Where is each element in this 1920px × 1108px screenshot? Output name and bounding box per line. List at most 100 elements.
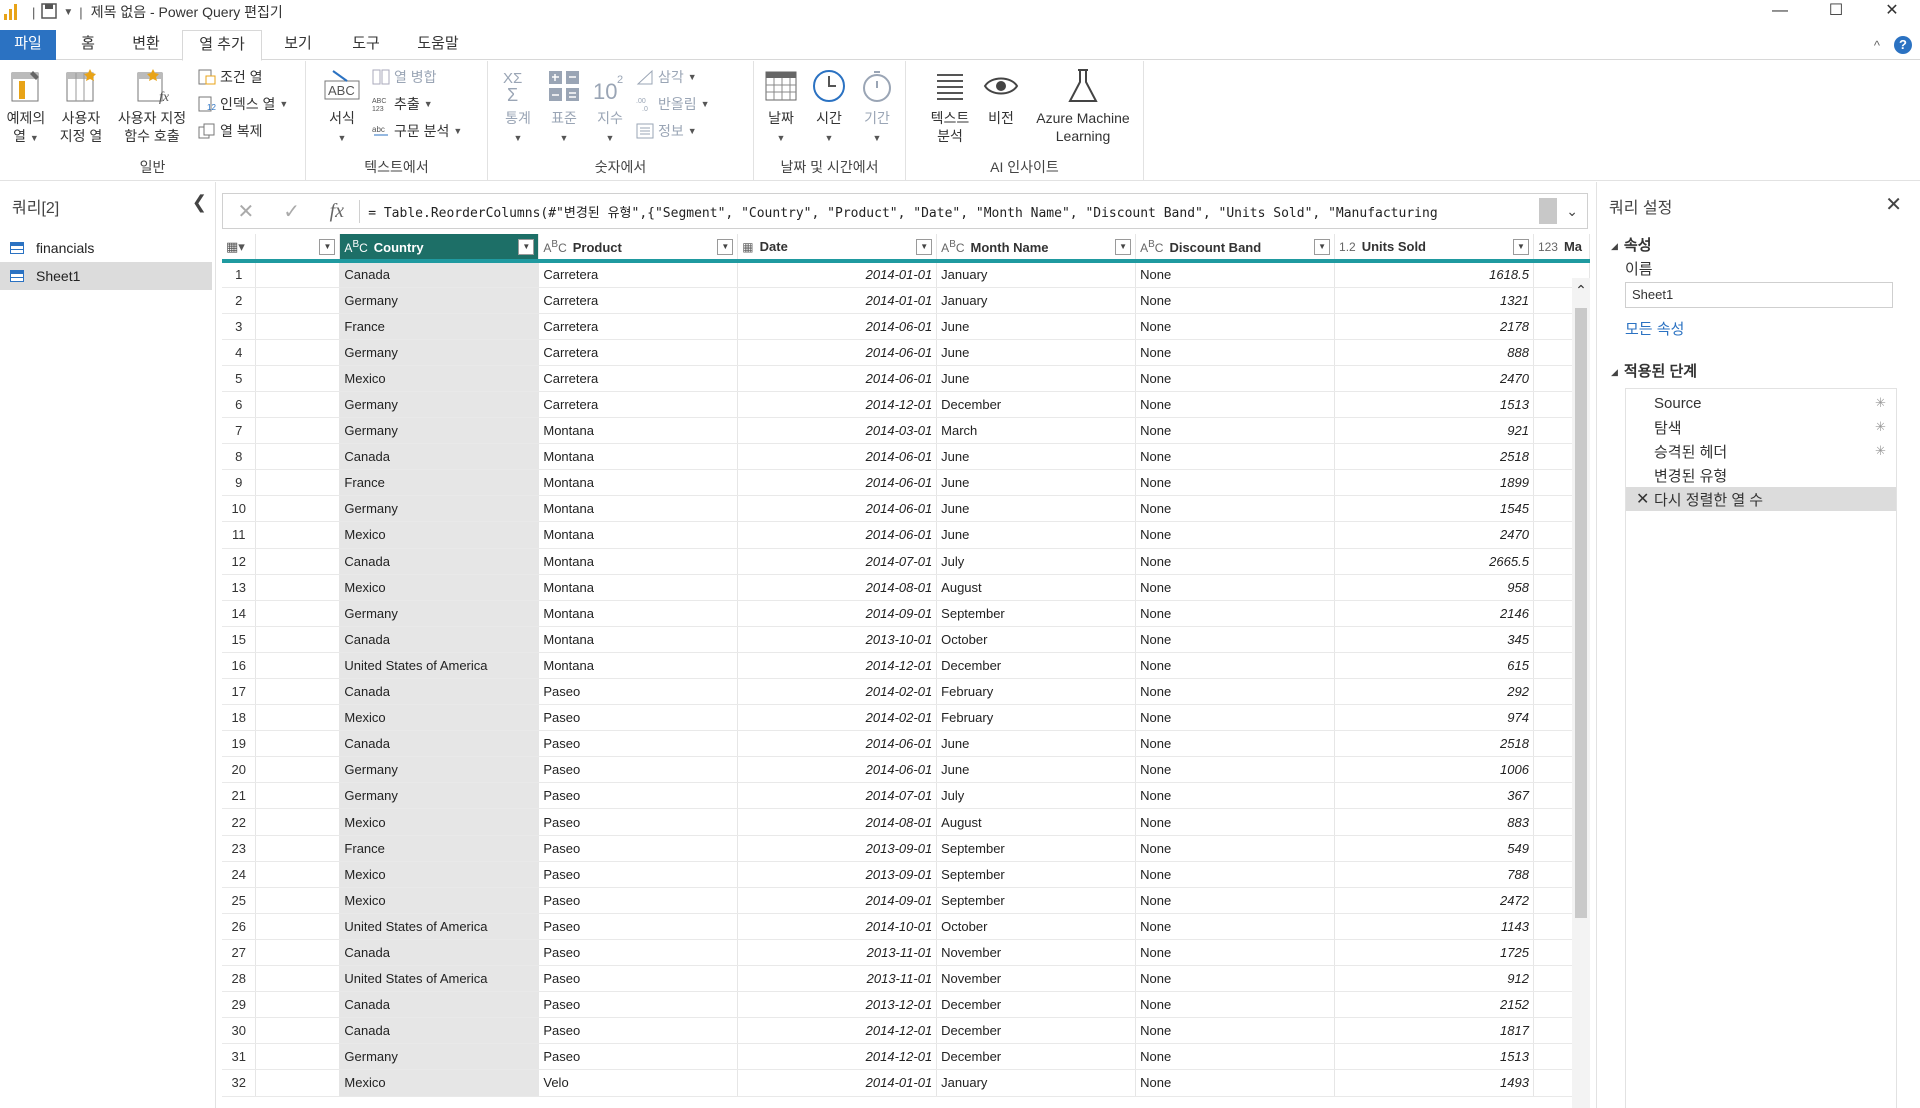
text-type-icon[interactable]: ABC	[344, 239, 367, 255]
cell-month-name[interactable]: December	[936, 652, 1137, 680]
close-button[interactable]: ✕	[1864, 0, 1920, 24]
cell-units-sold[interactable]: 1493	[1334, 1069, 1534, 1097]
minimize-button[interactable]: —	[1752, 0, 1808, 24]
cell-date[interactable]: 2014-02-01	[737, 678, 938, 706]
cell-date[interactable]: 2014-09-01	[737, 887, 938, 914]
cell-country[interactable]: Germany	[339, 756, 540, 784]
cell-month-name[interactable]: June	[936, 365, 1137, 392]
tab-help[interactable]: 도움말	[408, 30, 468, 60]
query-item-sheet1[interactable]: Sheet1	[0, 262, 212, 290]
cell-date[interactable]: 2014-06-01	[737, 730, 938, 758]
cell-country[interactable]: Germany	[339, 391, 540, 419]
cell-product[interactable]: Paseo	[538, 808, 739, 836]
cell-month-name[interactable]: June	[936, 469, 1137, 497]
table-row[interactable]: 4 Germany Carretera 2014-06-01 June None 888	[222, 339, 1590, 366]
cell-units-sold[interactable]: 974	[1334, 704, 1534, 732]
rounding-button[interactable]: .00.0 반올림 ▼	[636, 94, 710, 114]
cell-product[interactable]: Paseo	[538, 704, 739, 732]
gear-icon[interactable]: ✳	[1875, 395, 1886, 411]
cell-month-name[interactable]: August	[936, 808, 1137, 836]
table-row[interactable]: 17 Canada Paseo 2014-02-01 February None 292	[222, 678, 1590, 706]
cell-month-name[interactable]: June	[936, 756, 1137, 784]
cell-discount-band[interactable]: None	[1135, 991, 1336, 1019]
cell-country[interactable]: Mexico	[339, 574, 540, 601]
maximize-button[interactable]: ☐	[1808, 0, 1864, 24]
cell-discount-band[interactable]: None	[1135, 313, 1336, 340]
cell-country[interactable]: Canada	[339, 261, 540, 288]
duplicate-column-button[interactable]: 열 복제	[198, 121, 263, 141]
cell-product[interactable]: Paseo	[538, 887, 739, 914]
step-promoted-headers[interactable]: 승격된 헤더 ✳	[1626, 439, 1896, 463]
tab-tools[interactable]: 도구	[344, 30, 388, 60]
commit-formula-icon[interactable]: ✓	[269, 199, 315, 224]
table-row[interactable]: 15 Canada Montana 2013-10-01 October None 345	[222, 626, 1590, 653]
cell-date[interactable]: 2014-01-01	[737, 1069, 938, 1097]
cell-units-sold[interactable]: 2518	[1334, 443, 1534, 471]
cell-country[interactable]: Mexico	[339, 704, 540, 732]
column-header-country[interactable]: ABC Country ▼	[339, 234, 540, 263]
filter-dropdown-icon[interactable]: ▼	[518, 239, 535, 255]
table-row[interactable]: 6 Germany Carretera 2014-12-01 December None 1…	[222, 391, 1590, 419]
row-number[interactable]: 8	[222, 443, 257, 471]
filter-dropdown-icon[interactable]: ▼	[1314, 239, 1331, 255]
cell-month-name[interactable]: October	[936, 913, 1137, 940]
cell-discount-band[interactable]: None	[1135, 287, 1336, 314]
row-number[interactable]: 1	[222, 261, 257, 288]
cell-units-sold[interactable]: 788	[1334, 861, 1534, 888]
filter-dropdown-icon[interactable]: ▼	[319, 239, 336, 255]
invoke-custom-function-button[interactable]: fx 사용자 지정 함수 호출	[112, 67, 192, 145]
table-row[interactable]: 24 Mexico Paseo 2013-09-01 September None 788	[222, 861, 1590, 888]
cell-segment[interactable]	[255, 808, 341, 836]
cell-month-name[interactable]: January	[936, 261, 1137, 288]
cell-segment[interactable]	[255, 913, 341, 940]
conditional-column-button[interactable]: 조건 열	[198, 67, 263, 87]
cell-units-sold[interactable]: 2518	[1334, 730, 1534, 758]
scroll-up-icon[interactable]: ⌃	[1572, 282, 1590, 299]
table-menu-header[interactable]: ▦▾	[222, 234, 257, 263]
table-row[interactable]: 1 Canada Carretera 2014-01-01 January None 161…	[222, 261, 1590, 288]
cell-discount-band[interactable]: None	[1135, 1043, 1336, 1071]
row-number[interactable]: 25	[222, 887, 257, 914]
help-icon[interactable]: ?	[1894, 36, 1912, 54]
delete-step-icon[interactable]: ✕	[1636, 489, 1649, 509]
applied-steps-section-title[interactable]: 적용된 단계	[1611, 360, 1697, 381]
cell-segment[interactable]	[255, 991, 341, 1019]
cell-month-name[interactable]: December	[936, 991, 1137, 1019]
cell-country[interactable]: Canada	[339, 443, 540, 471]
cell-date[interactable]: 2014-03-01	[737, 417, 938, 445]
cell-country[interactable]: Mexico	[339, 365, 540, 392]
table-row[interactable]: 16 United States of America Montana 2014-12…	[222, 652, 1590, 680]
row-number[interactable]: 5	[222, 365, 257, 392]
cell-product[interactable]: Paseo	[538, 965, 739, 993]
cell-month-name[interactable]: December	[936, 1017, 1137, 1045]
cell-country[interactable]: Canada	[339, 939, 540, 967]
cell-discount-band[interactable]: None	[1135, 469, 1336, 497]
cell-discount-band[interactable]: None	[1135, 600, 1336, 627]
cell-segment[interactable]	[255, 469, 341, 497]
cell-month-name[interactable]: February	[936, 704, 1137, 732]
cell-segment[interactable]	[255, 365, 341, 392]
scientific-button[interactable]: 10 2 지수 ▼	[590, 67, 630, 147]
duration-button[interactable]: 기간 ▼	[854, 67, 900, 147]
cell-product[interactable]: Carretera	[538, 287, 739, 314]
cell-month-name[interactable]: February	[936, 678, 1137, 706]
cell-product[interactable]: Velo	[538, 1069, 739, 1097]
cell-date[interactable]: 2013-09-01	[737, 861, 938, 888]
row-number[interactable]: 22	[222, 808, 257, 836]
row-number[interactable]: 15	[222, 626, 257, 653]
cell-units-sold[interactable]: 292	[1334, 678, 1534, 706]
cell-discount-band[interactable]: None	[1135, 808, 1336, 836]
table-row[interactable]: 18 Mexico Paseo 2014-02-01 February None 974	[222, 704, 1590, 732]
cell-product[interactable]: Paseo	[538, 991, 739, 1019]
cell-discount-band[interactable]: None	[1135, 861, 1336, 888]
expand-formula-icon[interactable]: ⌄	[1557, 203, 1587, 220]
cell-country[interactable]: Mexico	[339, 808, 540, 836]
cell-date[interactable]: 2013-12-01	[737, 991, 938, 1019]
cell-date[interactable]: 2014-12-01	[737, 1017, 938, 1045]
filter-dropdown-icon[interactable]: ▼	[916, 239, 933, 255]
cell-product[interactable]: Paseo	[538, 1017, 739, 1045]
row-number[interactable]: 11	[222, 521, 257, 549]
cell-units-sold[interactable]: 2470	[1334, 365, 1534, 392]
tab-transform[interactable]: 변환	[122, 30, 170, 60]
column-header-manufacturing[interactable]: 123 Ma	[1533, 234, 1590, 263]
